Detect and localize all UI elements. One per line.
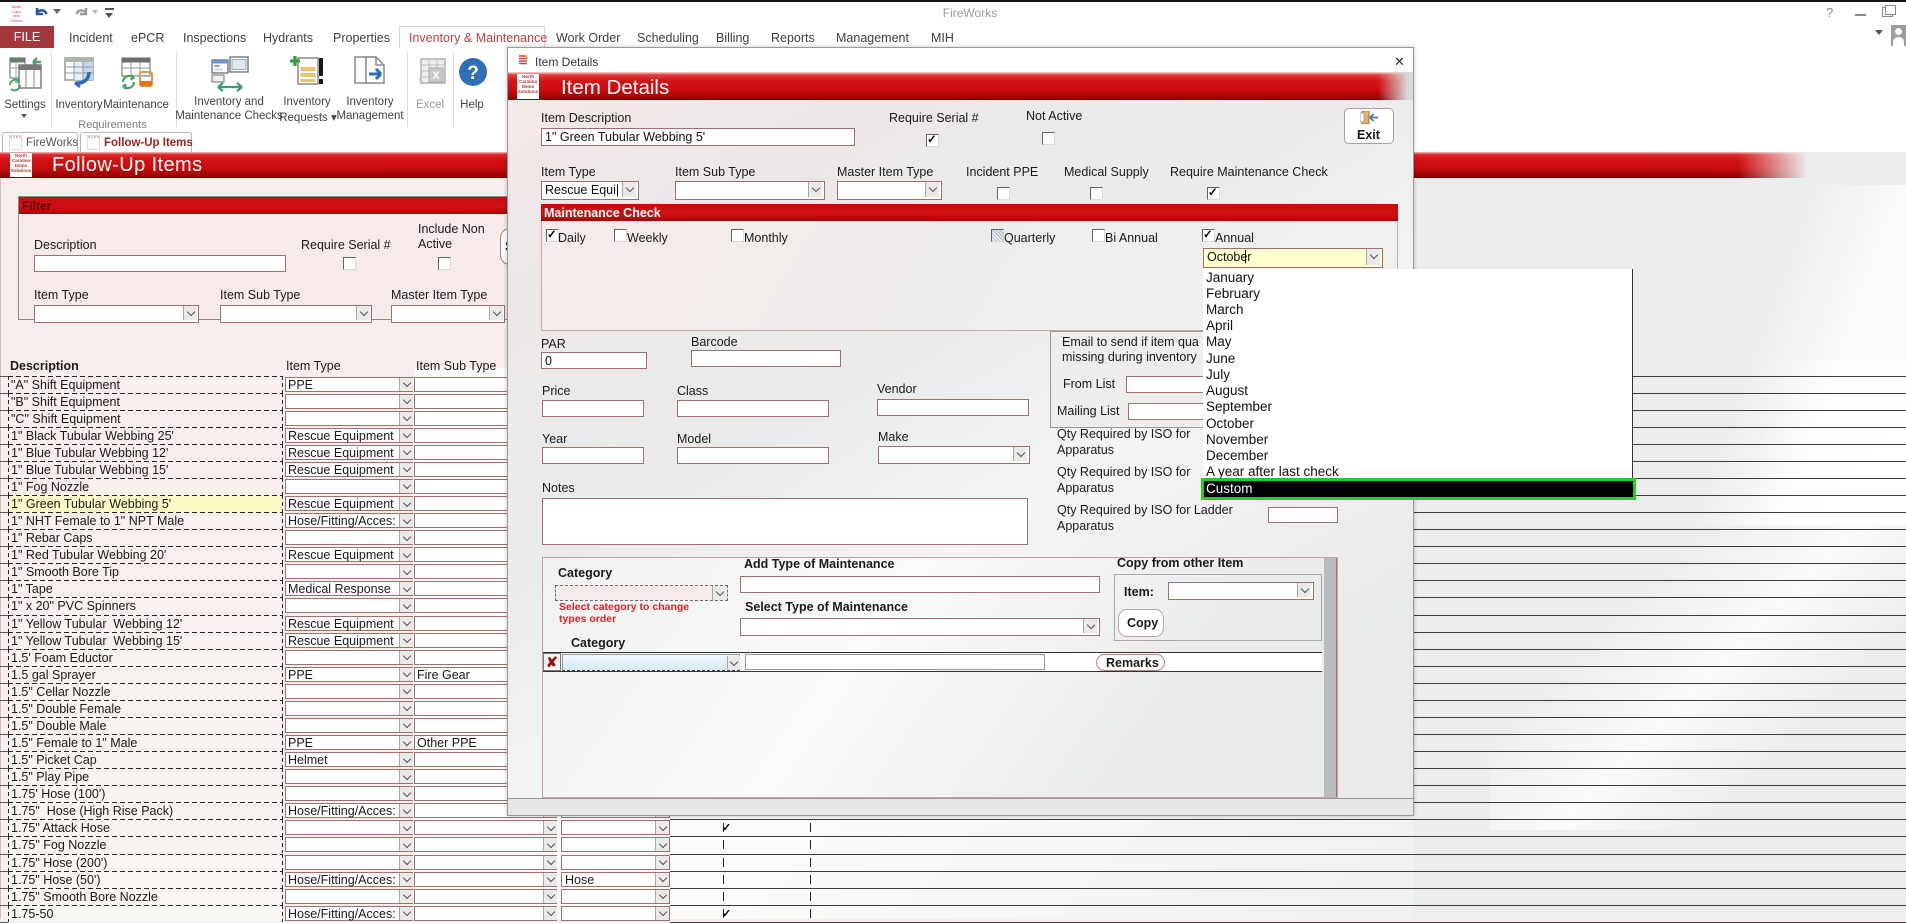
svg-text:X: X <box>432 70 440 82</box>
svg-text:?: ? <box>467 63 479 84</box>
